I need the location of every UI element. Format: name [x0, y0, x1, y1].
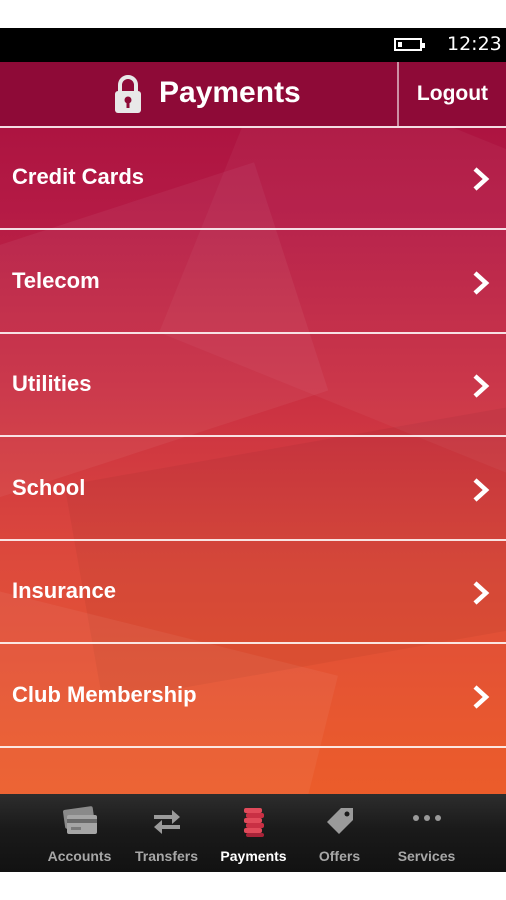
menu-item-label: Utilities — [12, 371, 92, 396]
chevron-right-icon — [473, 374, 490, 398]
nav-label: Offers — [318, 848, 361, 864]
menu-item-school[interactable]: School — [0, 439, 506, 541]
cards-icon — [62, 806, 97, 834]
menu-item-utilities[interactable]: Utilities — [0, 335, 506, 437]
logout-button[interactable]: Logout — [399, 62, 506, 126]
more-dots-icon — [412, 815, 441, 821]
chevron-right-icon — [473, 271, 490, 295]
menu-item-label: Club Membership — [12, 682, 197, 707]
bottom-margin — [0, 872, 506, 900]
nav-services[interactable]: Services — [383, 794, 470, 872]
nav-payments[interactable]: Payments — [210, 794, 297, 872]
nav-transfers[interactable]: Transfers — [123, 794, 210, 872]
menu-item-label: Telecom — [12, 268, 100, 293]
chevron-right-icon — [473, 478, 490, 502]
chevron-right-icon — [473, 167, 490, 191]
bottom-nav: Accounts Transfers Payments Offers Servi… — [0, 794, 506, 872]
status-bar: 12:23 — [0, 28, 506, 62]
chevron-right-icon — [473, 581, 490, 605]
nav-offers[interactable]: Offers — [296, 794, 383, 872]
coin-stack-icon — [243, 808, 264, 837]
menu-item-label: School — [12, 475, 86, 500]
menu-item-label: Credit Cards — [12, 164, 145, 189]
nav-accounts[interactable]: Accounts — [36, 794, 123, 872]
app-screen: Payments Logout Credit Cards Telecom Uti… — [0, 62, 506, 872]
menu-item-credit-cards[interactable]: Credit Cards — [0, 128, 506, 230]
tag-icon — [326, 808, 353, 834]
chevron-right-icon — [473, 685, 490, 709]
nav-label: Transfers — [134, 848, 199, 864]
menu-item-club-membership[interactable]: Club Membership — [0, 646, 506, 748]
nav-label: Services — [397, 848, 456, 864]
nav-label: Accounts — [47, 848, 112, 864]
menu-item-label: Insurance — [12, 578, 116, 603]
menu-item-insurance[interactable]: Insurance — [0, 542, 506, 644]
header-bar: Payments Logout — [0, 62, 506, 126]
menu-item-telecom[interactable]: Telecom — [0, 232, 506, 334]
swap-arrows-icon — [153, 810, 180, 834]
page-title: Payments — [159, 76, 301, 109]
lock-icon — [115, 75, 141, 113]
top-margin — [0, 0, 506, 28]
status-time: 12:23 — [447, 33, 502, 55]
battery-icon — [394, 38, 425, 51]
nav-label: Payments — [220, 848, 287, 864]
